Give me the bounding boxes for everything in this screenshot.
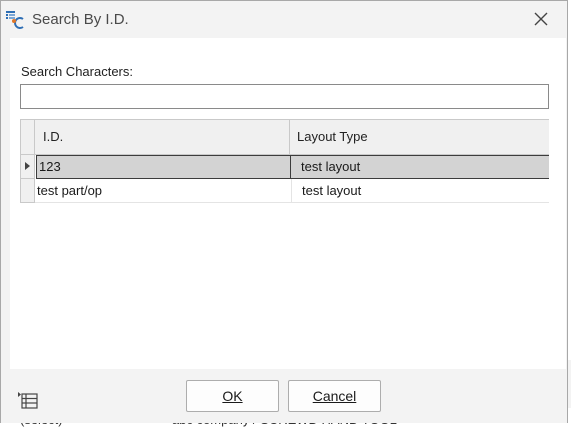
- cell-layout-type[interactable]: test layout: [291, 179, 549, 203]
- table-row[interactable]: 123 test layout: [20, 155, 549, 179]
- column-header-id[interactable]: I.D.: [36, 120, 290, 154]
- search-characters-label: Search Characters:: [21, 64, 133, 79]
- grid-header: I.D. Layout Type: [20, 119, 549, 155]
- ok-button[interactable]: OK: [186, 380, 279, 412]
- close-icon: [534, 12, 548, 26]
- dialog-footer: OK Cancel: [1, 369, 567, 423]
- cell-id[interactable]: 123: [36, 155, 291, 179]
- close-button[interactable]: [526, 6, 556, 32]
- cell-layout-type[interactable]: test layout: [291, 155, 549, 179]
- cancel-button[interactable]: Cancel: [288, 380, 381, 412]
- search-characters-input[interactable]: [20, 84, 549, 109]
- row-selector[interactable]: [20, 155, 35, 179]
- cell-id[interactable]: test part/op: [36, 179, 291, 203]
- table-row[interactable]: test part/op test layout: [20, 179, 549, 203]
- dialog-title: Search By I.D.: [32, 11, 129, 28]
- title-bar[interactable]: Search By I.D.: [1, 1, 567, 38]
- dialog-content: Search Characters: I.D. Layout Type 123 …: [10, 38, 566, 369]
- search-table-icon: [6, 11, 24, 29]
- search-by-id-dialog: Search By I.D. Search Characters: I.D. L…: [0, 0, 568, 423]
- results-grid[interactable]: I.D. Layout Type 123 test layout test pa…: [20, 119, 549, 203]
- row-selector[interactable]: [20, 179, 35, 203]
- column-header-layout-type[interactable]: Layout Type: [290, 120, 549, 154]
- current-row-arrow-icon: [25, 162, 30, 170]
- grid-list-icon[interactable]: [17, 390, 39, 410]
- grid-header-corner: [20, 120, 35, 154]
